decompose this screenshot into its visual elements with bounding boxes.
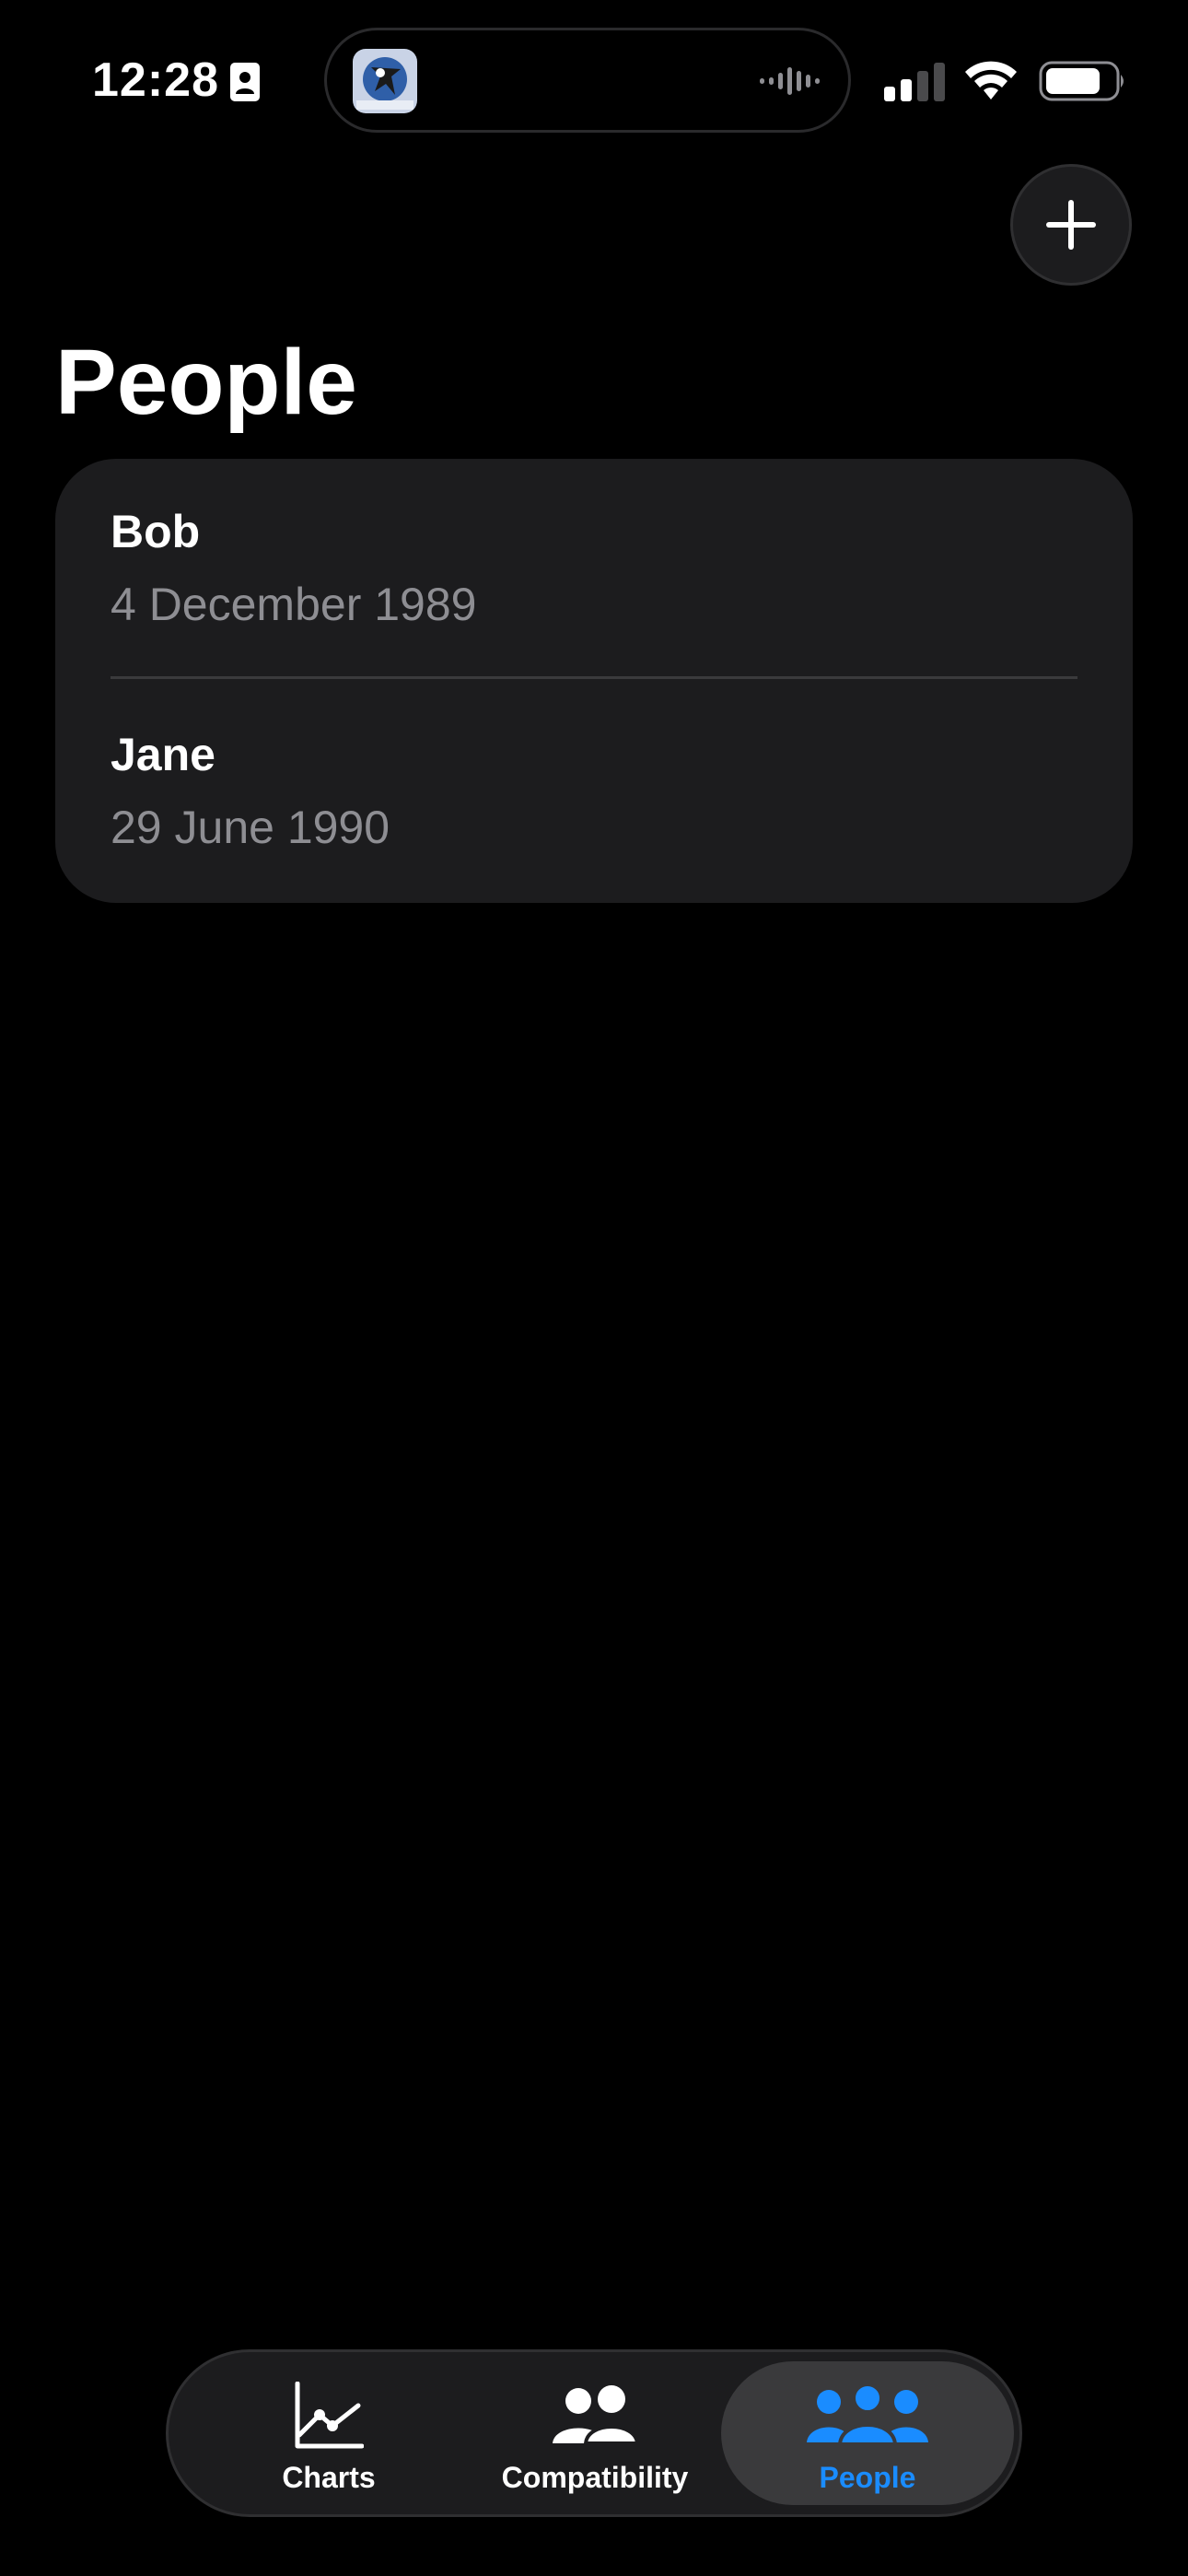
list-divider bbox=[111, 676, 1077, 679]
status-time: 12:28 bbox=[92, 53, 219, 107]
plus-icon bbox=[1046, 200, 1096, 250]
tab-label: Compatibility bbox=[501, 2461, 689, 2494]
contact-card-icon bbox=[230, 63, 260, 101]
tab-label: People bbox=[819, 2461, 916, 2494]
page-title: People bbox=[55, 331, 357, 434]
tab-charts[interactable]: Charts bbox=[196, 2361, 461, 2505]
tab-label: Charts bbox=[282, 2461, 376, 2494]
person-name: Bob bbox=[111, 506, 201, 557]
two-people-icon bbox=[553, 2385, 639, 2445]
tab-bar: Charts Compatibility People bbox=[166, 2349, 1022, 2517]
add-person-button[interactable] bbox=[1010, 164, 1132, 286]
wifi-icon bbox=[965, 61, 1017, 100]
person-name: Jane bbox=[111, 729, 215, 780]
people-list: Bob 4 December 1989 Jane 29 June 1990 bbox=[55, 459, 1133, 903]
tab-people[interactable]: People bbox=[721, 2361, 1014, 2505]
battery-icon bbox=[1039, 61, 1124, 101]
list-item[interactable]: Jane 29 June 1990 bbox=[111, 719, 1077, 903]
person-birth-date: 29 June 1990 bbox=[111, 802, 390, 853]
dynamic-island[interactable] bbox=[324, 28, 851, 133]
list-item[interactable]: Bob 4 December 1989 bbox=[111, 496, 1077, 680]
line-chart-icon bbox=[295, 2382, 364, 2449]
audio-wave-icon bbox=[760, 67, 820, 95]
three-people-icon bbox=[807, 2383, 928, 2446]
person-birth-date: 4 December 1989 bbox=[111, 579, 477, 630]
tab-compatibility[interactable]: Compatibility bbox=[461, 2361, 728, 2505]
app-activity-icon bbox=[353, 49, 417, 113]
cellular-signal-icon bbox=[884, 63, 945, 101]
